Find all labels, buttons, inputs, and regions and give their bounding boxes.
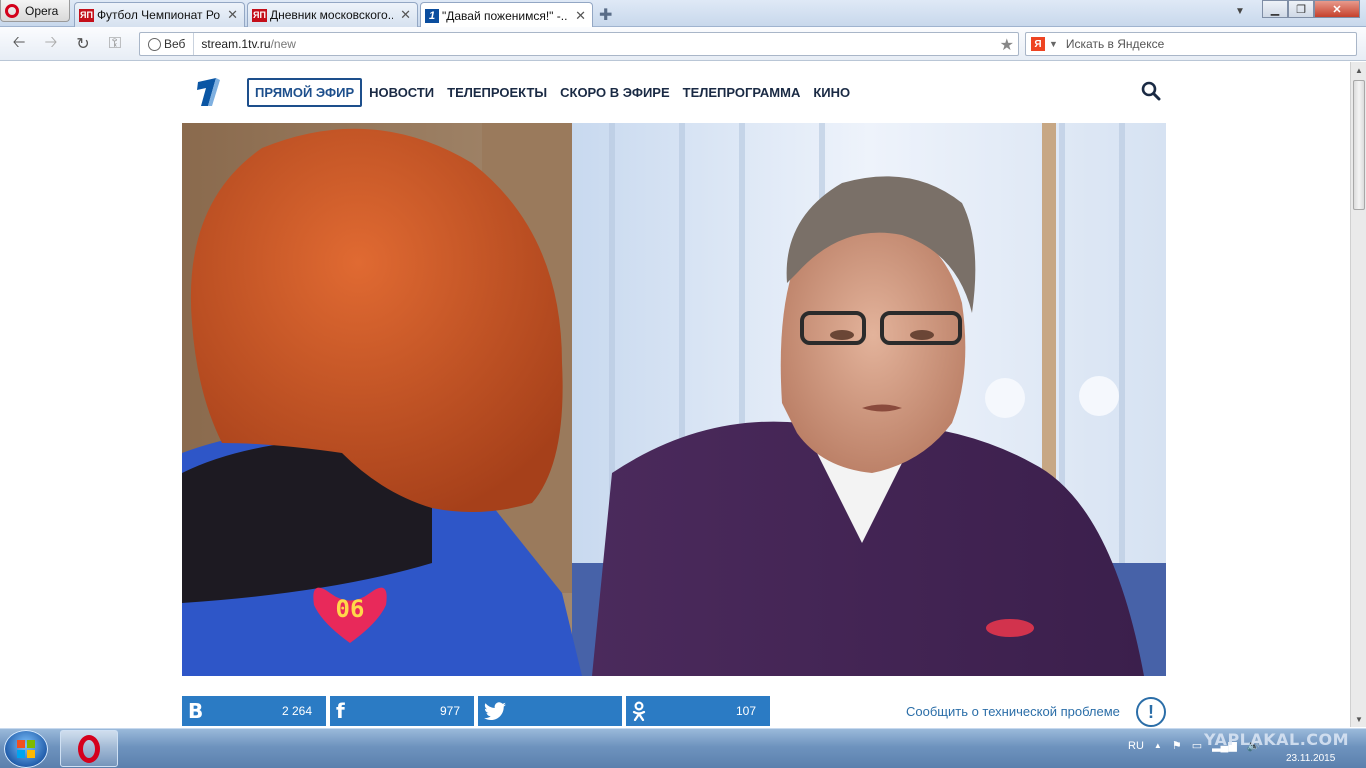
yandex-icon: Я [1031, 37, 1045, 51]
globe-icon [148, 37, 161, 51]
odnoklassniki-icon [632, 701, 646, 721]
yaplakal-favicon-icon: ЯП [252, 8, 267, 22]
opera-logo-icon [78, 734, 100, 763]
share-odnoklassniki-button[interactable]: 107 [626, 696, 770, 726]
opera-menu-button[interactable]: Opera [0, 0, 70, 22]
video-frame [182, 123, 1166, 676]
url-path: /new [270, 37, 296, 51]
tab-football[interactable]: ЯП Футбол Чемпионат Ро... ✕ [74, 2, 245, 27]
share-vk-button[interactable]: B 2 264 [182, 696, 326, 726]
address-url[interactable]: stream.1tv.ru/new [194, 37, 296, 51]
search-icon[interactable] [1141, 81, 1161, 101]
search-engine-chevron-icon[interactable]: ▼ [1049, 39, 1058, 49]
share-count: 2 264 [281, 704, 312, 718]
vk-icon: B [188, 699, 204, 723]
language-indicator[interactable]: RU [1128, 740, 1144, 752]
channel-one-logo-icon[interactable] [194, 76, 222, 108]
scroll-down-icon[interactable]: ▼ [1351, 711, 1366, 727]
display-icon[interactable]: ▭ [1192, 739, 1202, 752]
share-count: 977 [439, 704, 460, 718]
start-button[interactable] [4, 730, 48, 768]
opera-logo-icon [5, 3, 19, 18]
windows-taskbar: RU ▲ ⚑ ▭ ▂▄▆ 🔊 23.11.2015 [0, 728, 1366, 768]
tab-list-chevron-icon[interactable]: ▼ [1235, 6, 1245, 17]
new-tab-icon[interactable]: ✚ [599, 5, 612, 25]
action-center-flag-icon[interactable]: ⚑ [1172, 739, 1182, 752]
maximize-window-button[interactable]: ❐ [1288, 0, 1314, 18]
scrollbar-thumb[interactable] [1353, 80, 1365, 210]
browser-tab-bar: Opera ЯП Футбол Чемпионат Ро... ✕ ЯП Дне… [0, 0, 1366, 28]
minimize-window-button[interactable]: ▁ [1262, 0, 1288, 18]
tab-diary[interactable]: ЯП Дневник московского... ✕ [247, 2, 418, 27]
taskbar-opera-button[interactable] [60, 730, 118, 767]
browser-navigation-bar: 🡠 🡢 ↻ ⚿ Веб stream.1tv.ru/new ★ Я ▼ Иска… [0, 27, 1366, 61]
web-badge[interactable]: Веб [140, 33, 195, 55]
yaplakal-favicon-icon: ЯП [79, 8, 94, 22]
menu-item-news[interactable]: НОВОСТИ [363, 80, 440, 105]
watermark-text: YAPLAKAL.COM [1204, 730, 1350, 749]
close-window-button[interactable]: ✕ [1314, 0, 1360, 18]
windows-logo-icon [17, 740, 35, 758]
page-content: ПРЯМОЙ ЭФИР НОВОСТИ ТЕЛЕПРОЕКТЫ СКОРО В … [0, 62, 1350, 727]
scroll-up-icon[interactable]: ▲ [1351, 62, 1366, 78]
video-player[interactable]: 06 [182, 123, 1166, 676]
clock-date[interactable]: 23.11.2015 [1286, 753, 1335, 764]
tab-davai-pozhenimsya[interactable]: 1 "Давай поженимся!" -... ✕ [420, 2, 593, 28]
url-host: stream.1tv.ru [201, 37, 271, 51]
tab-label: Футбол Чемпионат Ро... [96, 8, 221, 22]
back-arrow-icon[interactable]: 🡠 [8, 33, 30, 55]
tab-close-icon[interactable]: ✕ [400, 7, 411, 23]
address-bar[interactable]: Веб stream.1tv.ru/new ★ [139, 32, 1019, 56]
menu-item-teleprojects[interactable]: ТЕЛЕПРОЕКТЫ [441, 80, 553, 105]
heart-counter: 06 [335, 595, 365, 623]
share-count: 107 [735, 704, 756, 718]
key-icon[interactable]: ⚿ [104, 33, 126, 55]
tab-close-icon[interactable]: ✕ [227, 7, 238, 23]
report-technical-problem-link[interactable]: Сообщить о технической проблеме [906, 704, 1120, 719]
share-facebook-button[interactable]: f 977 [330, 696, 474, 726]
twitter-icon [484, 702, 506, 720]
tab-label: Дневник московского... [269, 8, 394, 22]
menu-item-live[interactable]: ПРЯМОЙ ЭФИР [247, 78, 363, 107]
vertical-scrollbar[interactable]: ▲ ▼ [1350, 62, 1366, 727]
search-placeholder: Искать в Яндексе [1065, 37, 1165, 51]
search-field[interactable]: Я ▼ Искать в Яндексе [1025, 32, 1357, 56]
menu-item-tv-guide[interactable]: ТЕЛЕПРОГРАММА [677, 80, 807, 105]
forward-arrow-icon[interactable]: 🡢 [40, 33, 62, 55]
main-menu: ПРЯМОЙ ЭФИР НОВОСТИ ТЕЛЕПРОЕКТЫ СКОРО В … [247, 78, 857, 107]
reload-icon[interactable]: ↻ [72, 33, 94, 55]
tab-label: "Давай поженимся!" -... [442, 8, 569, 23]
menu-item-movies[interactable]: КИНО [807, 80, 856, 105]
bookmark-star-icon[interactable]: ★ [1000, 35, 1014, 55]
tray-expand-icon[interactable]: ▲ [1154, 741, 1162, 750]
opera-menu-label: Opera [25, 3, 59, 18]
1tv-favicon-icon: 1 [425, 8, 439, 23]
exclamation-icon[interactable]: ! [1136, 697, 1166, 727]
web-badge-label: Веб [164, 37, 186, 51]
menu-item-coming-soon[interactable]: СКОРО В ЭФИРЕ [554, 80, 676, 105]
tab-close-icon[interactable]: ✕ [575, 8, 586, 24]
facebook-icon: f [336, 699, 345, 723]
share-twitter-button[interactable] [478, 696, 622, 726]
